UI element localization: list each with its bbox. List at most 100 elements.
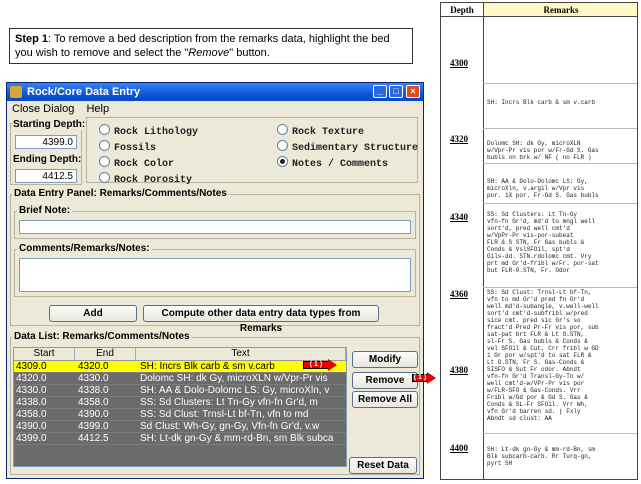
remove-button[interactable]: Remove (352, 372, 418, 389)
data-list-title: Data List: Remarks/Comments/Notes (12, 331, 192, 342)
remarks-header: Remarks (483, 3, 637, 17)
table-row[interactable]: 4330.0 4338.0 SH: AA & Dolo-Dolomc LS: Gy,… (14, 385, 346, 397)
title-bar[interactable]: Rock/Core Data Entry _ □ × (7, 83, 423, 101)
bed-boundary (483, 203, 637, 204)
cell-start: 4320.0 (16, 373, 47, 384)
callout-arrow-row: ( 1 ) (303, 359, 337, 371)
depth-label: 4400 (450, 443, 468, 453)
table-row-selected[interactable]: 4309.0 4320.0 SH: Incrs Blk carb & sm v.ca… (14, 361, 346, 373)
radio-indicator (277, 124, 288, 135)
data-entry-panel-title: Data Entry Panel: Remarks/Comments/Notes (12, 188, 229, 199)
instruction-box: Step 1: To remove a bed description from… (9, 28, 413, 64)
instruction-emphasis: Remove (188, 47, 230, 59)
radio-indicator (99, 156, 110, 167)
radio-indicator (277, 140, 288, 151)
menu-close-dialog[interactable]: Close Dialog (12, 103, 74, 115)
cell-end: 4358.0 (78, 397, 109, 408)
cell-text: Dolomc SH: dk Gy, microXLN w/Vpr-Pr vis (140, 373, 328, 384)
cell-end: 4412.5 (78, 433, 109, 444)
add-button[interactable]: Add (49, 305, 137, 322)
radio-indicator-selected (277, 156, 288, 167)
remark-text: Dolomc SH: dk Gy, microXLN w/Vpr-Pr vis … (487, 140, 599, 161)
menu-bar: Close Dialog Help (7, 101, 423, 117)
ending-depth-input[interactable]: 4412.5 (15, 169, 77, 183)
radio-indicator (99, 172, 110, 183)
comments-textarea[interactable] (19, 258, 411, 292)
radio-label: Rock Color (114, 159, 175, 170)
brief-note-label: Brief Note: (17, 205, 73, 216)
cell-text: SH: Lt-dk gn-Gy & mm-rd-Bn, sm Blk subca (140, 433, 334, 444)
cell-start: 4338.0 (16, 397, 47, 408)
cell-end: 4390.0 (78, 409, 109, 420)
ending-depth-label: Ending Depth: (13, 154, 82, 165)
radio-label: Sedimentary Structure (292, 143, 419, 154)
cell-end: 4320.0 (78, 361, 109, 372)
bed-boundary (483, 163, 637, 164)
radio-fossils[interactable]: Fossils (99, 140, 156, 154)
menu-help[interactable]: Help (86, 103, 109, 115)
reset-data-button[interactable]: Reset Data (349, 457, 417, 474)
table-row[interactable]: 4320.0 4330.0 Dolomc SH: dk Gy, microXLN w… (14, 373, 346, 385)
radio-label: Fossils (114, 143, 157, 154)
depth-header: Depth (450, 5, 474, 15)
remove-all-button[interactable]: Remove All (352, 391, 418, 408)
radio-indicator (99, 140, 110, 151)
starting-depth-input[interactable]: 4399.0 (15, 135, 77, 149)
close-button[interactable]: × (406, 85, 420, 98)
callout-arrow-remove: ( 1 ) (412, 372, 436, 384)
compute-button[interactable]: Compute other data entry data types from… (143, 305, 379, 334)
table-row[interactable]: 4358.0 4390.0 SS: Sd Clust: Trnsl-Lt bf-Tn… (14, 409, 346, 421)
table-row[interactable]: 4390.0 4399.0 Sd Clust: Wh-Gy, gn-Gy, Vfn-… (14, 421, 346, 433)
cell-text: SS: Sd Clusters: Lt Tn-Gy vfn-fn Gr'd, m (140, 397, 318, 408)
depth-label: 4320 (450, 134, 468, 144)
radio-label: Notes / Comments (292, 159, 389, 170)
radio-rock-texture[interactable]: Rock Texture (277, 124, 364, 138)
comments-label: Comments/Remarks/Notes: (17, 243, 152, 254)
minimize-button[interactable]: _ (373, 85, 387, 98)
cell-text: SS: Sd Clust: Trnsl-Lt bf-Tn, vfn to md (140, 409, 309, 420)
cell-end: 4330.0 (78, 373, 109, 384)
remark-text: SH: AA & Dolo-Dolomc LS: Gy, microXln, v… (487, 178, 599, 199)
rock-core-data-entry-window: Rock/Core Data Entry _ □ × Close Dialog … (6, 82, 424, 479)
column-end[interactable]: End (75, 348, 136, 360)
remark-text: SH: Incrs Blk carb & sm v.carb (487, 99, 596, 106)
radio-indicator (99, 124, 110, 135)
cell-text: SH: AA & Dolo-Dolomc LS: Gy, microXln, v (140, 385, 330, 396)
remarks-table[interactable]: Start End Text 4309.0 4320.0 SH: Incrs Blk… (13, 347, 347, 467)
bed-boundary (483, 83, 637, 84)
table-row[interactable]: 4399.0 4412.5 SH: Lt-dk gn-Gy & mm-rd-Bn, … (14, 433, 346, 445)
cell-start: 4399.0 (16, 433, 47, 444)
table-header: Start End Text (14, 348, 346, 361)
brief-note-input[interactable] (19, 220, 411, 234)
depth-label: 4340 (450, 212, 468, 222)
radio-rock-porosity[interactable]: Rock Porosity (99, 172, 192, 186)
log-header: Depth Remarks (441, 3, 637, 17)
window-title: Rock/Core Data Entry (27, 86, 141, 98)
remarks-column-divider (483, 17, 484, 479)
column-start[interactable]: Start (14, 348, 75, 360)
modify-button[interactable]: Modify (352, 351, 418, 368)
table-row[interactable]: 4338.0 4358.0 SS: Sd Clusters: Lt Tn-Gy vf… (14, 397, 346, 409)
remark-text: SS: Sd Clusters: Lt Tn-Gy vfn-fn Gr'd, m… (487, 211, 599, 274)
cell-end: 4338.0 (78, 385, 109, 396)
column-text[interactable]: Text (136, 348, 346, 360)
depth-label: 4380 (450, 365, 468, 375)
remark-text: SS: Sd Clust: Trnsl-Lt bf-Tn, vfn to md … (487, 289, 599, 422)
radio-sedimentary-structure[interactable]: Sedimentary Structure (277, 140, 418, 154)
cell-start: 4358.0 (16, 409, 47, 420)
remarks-log: Depth Remarks 4300 4320 4340 4360 4380 4… (440, 2, 638, 480)
radio-notes-comments[interactable]: Notes / Comments (277, 156, 388, 170)
remark-text: SH: Lt-dk gn-Gy & mm-rd-Bn, sm Blk subca… (487, 446, 596, 467)
instruction-step: Step 1 (15, 33, 49, 45)
radio-rock-color[interactable]: Rock Color (99, 156, 174, 170)
cell-start: 4330.0 (16, 385, 47, 396)
radio-label: Rock Lithology (114, 127, 199, 138)
cell-start: 4390.0 (16, 421, 47, 432)
maximize-button[interactable]: □ (389, 85, 403, 98)
bed-boundary (483, 287, 637, 288)
radio-rock-lithology[interactable]: Rock Lithology (99, 124, 198, 138)
cell-end: 4399.0 (78, 421, 109, 432)
app-icon (10, 86, 22, 98)
depth-label: 4360 (450, 289, 468, 299)
depth-label: 4300 (450, 58, 468, 68)
